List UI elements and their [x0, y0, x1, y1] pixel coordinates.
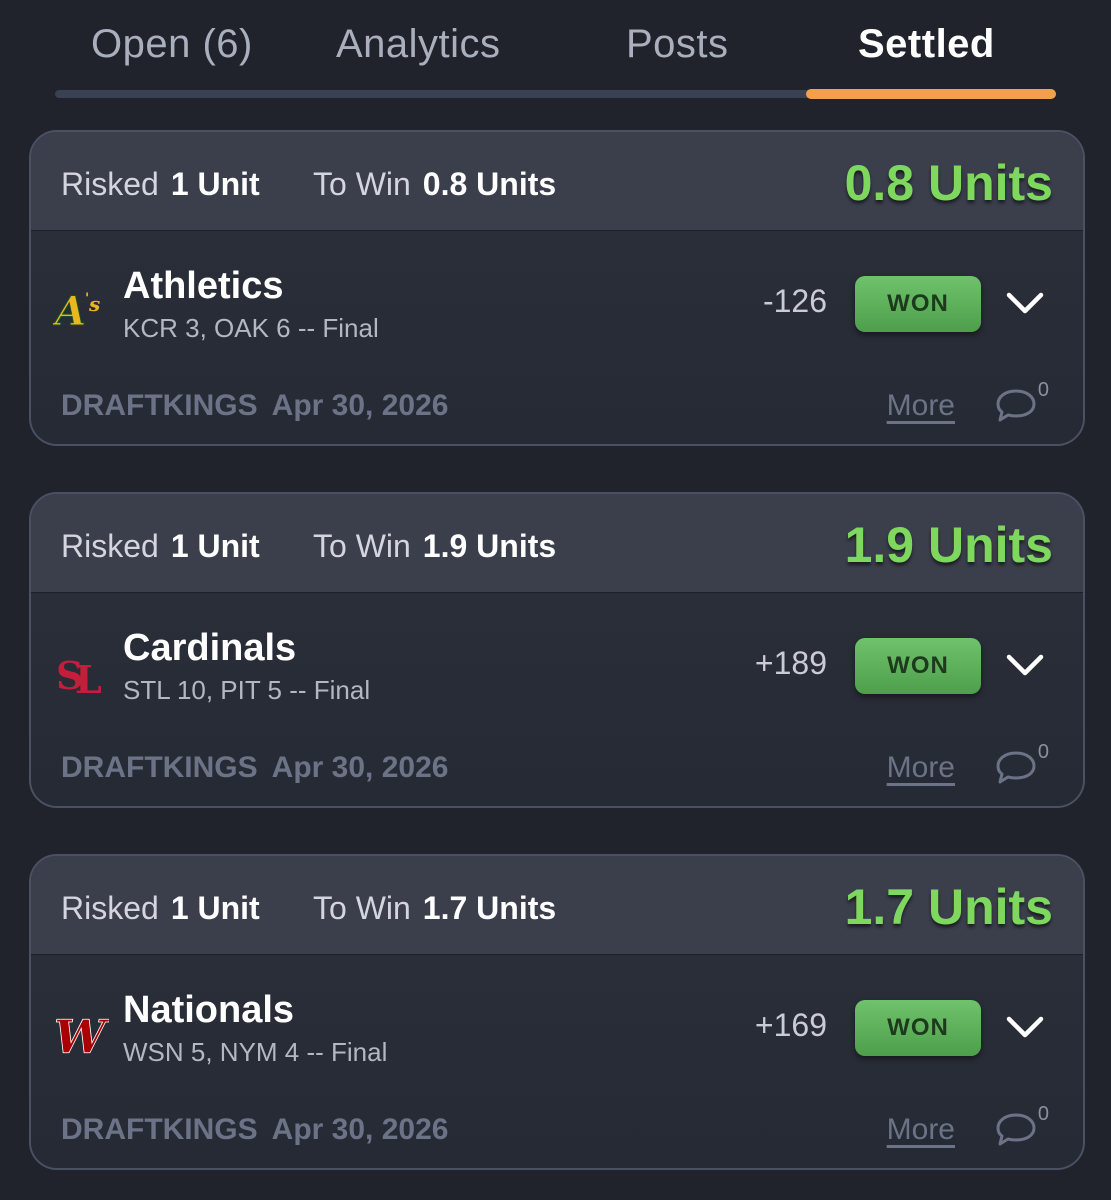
tab-open[interactable]: Open (6) [91, 22, 253, 67]
to-win-label: To Win [313, 890, 411, 926]
comment-count: 0 [1037, 741, 1049, 763]
risked-label: Risked [61, 528, 159, 564]
to-win-value: 0.8 Units [422, 166, 557, 202]
bet-date: Apr 30, 2026 [271, 1113, 449, 1146]
game-score: KCR 3, OAK 6 -- Final [123, 313, 379, 343]
svg-text:L: L [75, 657, 102, 701]
athletics-logo-icon: A ' s [53, 288, 100, 336]
risked: Risked 1 Unit [61, 166, 260, 203]
payout-amount: 1.7 Units [844, 879, 1053, 935]
bet-card[interactable]: Risked 1 Unit To Win 0.8 Units 0.8 Units A… [29, 130, 1085, 446]
team-name: Athletics [123, 265, 284, 307]
to-win: To Win 1.9 Units [313, 528, 556, 565]
to-win: To Win 1.7 Units [313, 890, 556, 927]
more-link[interactable]: More [887, 389, 955, 423]
team-name: Cardinals [123, 627, 297, 669]
to-win-value: 1.7 Units [422, 890, 557, 926]
tab-settled[interactable]: Settled [858, 22, 995, 67]
tab-analytics[interactable]: Analytics [336, 22, 501, 67]
team-name: Nationals [123, 989, 295, 1031]
bet-card-body: W Nationals WSN 5, NYM 4 -- Final +169 W… [31, 955, 1083, 1168]
tab-bar: Open (6) Analytics Posts Settled [55, 0, 1056, 100]
bet-card[interactable]: Risked 1 Unit To Win 1.9 Units 1.9 Units S… [29, 492, 1085, 808]
bet-footer: DRAFTKINGS Apr 30, 2026 [61, 1113, 448, 1147]
comment-icon[interactable] [993, 745, 1039, 789]
bet-card-body: S L Cardinals STL 10, PIT 5 -- Final +18… [31, 593, 1083, 806]
svg-text:A: A [53, 288, 86, 335]
comment-count: 0 [1037, 379, 1049, 401]
bet-card-body: A ' s Athletics KCR 3, OAK 6 -- Final -1… [31, 231, 1083, 444]
bet-card-header: Risked 1 Unit To Win 1.7 Units 1.7 Units [31, 856, 1083, 955]
to-win-label: To Win [313, 166, 411, 202]
chevron-down-icon[interactable] [1003, 647, 1047, 683]
to-win: To Win 0.8 Units [313, 166, 556, 203]
nationals-logo-icon: W [54, 1010, 109, 1063]
won-badge: WON [855, 276, 981, 332]
to-win-label: To Win [313, 528, 411, 564]
more-link[interactable]: More [887, 1113, 955, 1147]
risked-label: Risked [61, 890, 159, 926]
svg-text:W: W [54, 1010, 109, 1063]
bet-date: Apr 30, 2026 [271, 389, 449, 422]
bet-date: Apr 30, 2026 [271, 751, 449, 784]
risked-value: 1 Unit [170, 166, 260, 202]
risked: Risked 1 Unit [61, 890, 260, 927]
won-badge: WON [855, 1000, 981, 1056]
payout-amount: 1.9 Units [844, 517, 1053, 573]
tab-posts[interactable]: Posts [626, 22, 729, 67]
risked-value: 1 Unit [170, 528, 260, 564]
more-link[interactable]: More [887, 751, 955, 785]
risked-label: Risked [61, 166, 159, 202]
active-tab-indicator [806, 89, 1056, 99]
bet-card-header: Risked 1 Unit To Win 1.9 Units 1.9 Units [31, 494, 1083, 593]
sportsbook-name: DRAFTKINGS [61, 751, 258, 784]
bet-footer: DRAFTKINGS Apr 30, 2026 [61, 751, 448, 785]
payout-amount: 0.8 Units [844, 155, 1053, 211]
cardinals-logo-icon: S L [56, 653, 102, 701]
bet-footer: DRAFTKINGS Apr 30, 2026 [61, 389, 448, 423]
to-win-value: 1.9 Units [422, 528, 557, 564]
comment-icon[interactable] [993, 1107, 1039, 1151]
odds: +169 [754, 1007, 827, 1043]
chevron-down-icon[interactable] [1003, 1009, 1047, 1045]
bet-card[interactable]: Risked 1 Unit To Win 1.7 Units 1.7 Units W… [29, 854, 1085, 1170]
sportsbook-name: DRAFTKINGS [61, 1113, 258, 1146]
odds: -126 [762, 283, 827, 319]
won-badge: WON [855, 638, 981, 694]
comment-count: 0 [1037, 1103, 1049, 1125]
game-score: STL 10, PIT 5 -- Final [123, 675, 371, 705]
risked: Risked 1 Unit [61, 528, 260, 565]
bet-card-header: Risked 1 Unit To Win 0.8 Units 0.8 Units [31, 132, 1083, 231]
chevron-down-icon[interactable] [1003, 285, 1047, 321]
game-score: WSN 5, NYM 4 -- Final [123, 1037, 388, 1067]
sportsbook-name: DRAFTKINGS [61, 389, 258, 422]
comment-icon[interactable] [993, 383, 1039, 427]
risked-value: 1 Unit [170, 890, 260, 926]
odds: +189 [754, 645, 827, 681]
svg-text:s: s [88, 292, 100, 316]
